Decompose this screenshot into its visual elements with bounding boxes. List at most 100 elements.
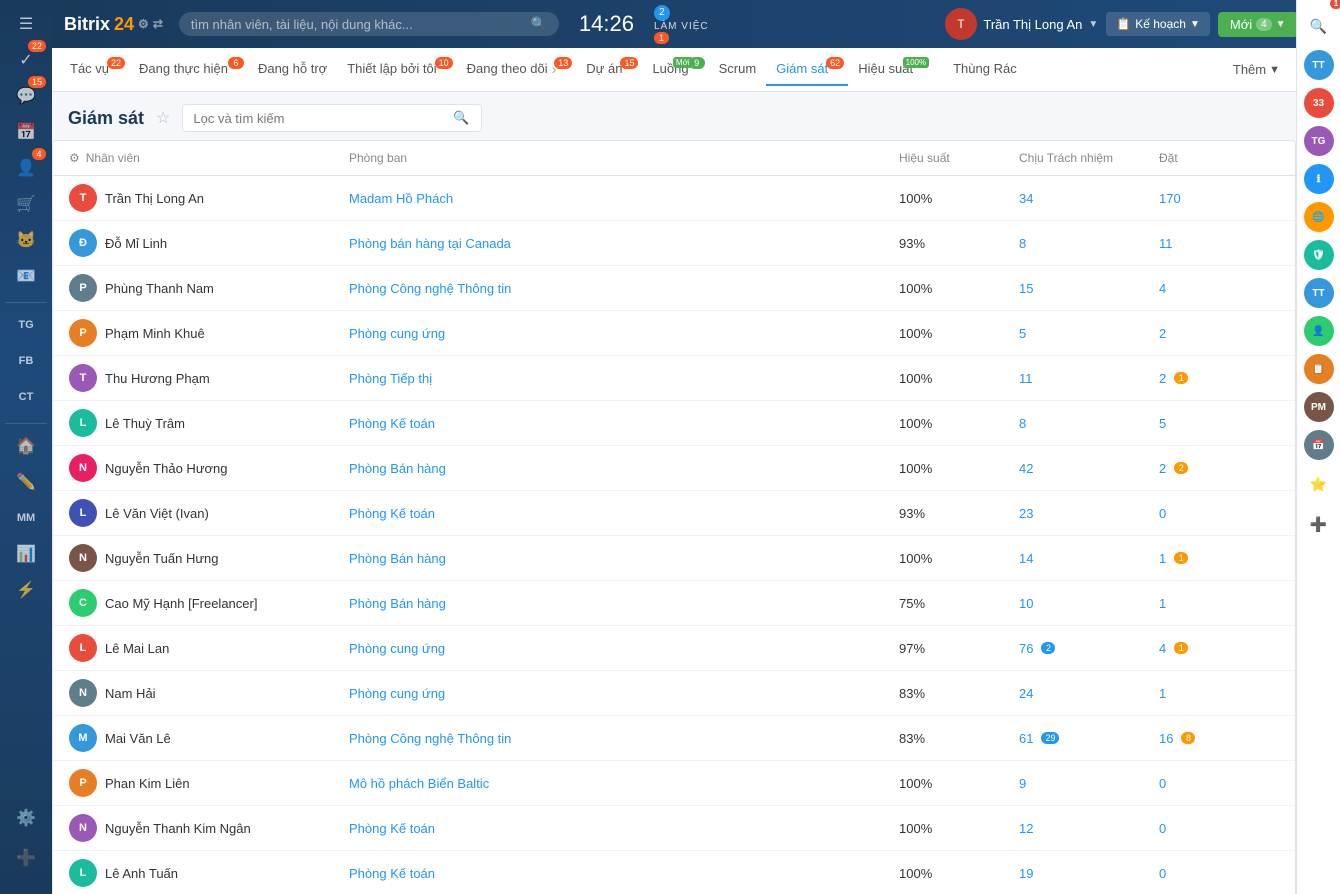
done-cell[interactable]: 0 — [1159, 866, 1279, 881]
responsible-cell[interactable]: 5 — [1019, 326, 1159, 341]
calendar-icon[interactable]: 📅 — [10, 116, 42, 148]
rs-avatar-2[interactable]: 33 — [1304, 88, 1334, 118]
department-link[interactable]: Phòng cung ứng — [349, 686, 445, 701]
done-cell[interactable]: 21 — [1159, 371, 1279, 386]
tasks-icon[interactable]: ✓ 22 — [10, 44, 42, 76]
done-cell[interactable]: 4 — [1159, 281, 1279, 296]
responsible-cell[interactable]: 19 — [1019, 866, 1159, 881]
responsible-cell[interactable]: 8 — [1019, 416, 1159, 431]
table-row[interactable]: P Phạm Minh Khuê Phòng cung ứng 100% 5 2 — [53, 311, 1295, 356]
rs-avatar-5[interactable]: 🌐 — [1304, 202, 1334, 232]
responsible-cell[interactable]: 15 — [1019, 281, 1159, 296]
department-link[interactable]: Phòng bán hàng tại Canada — [349, 236, 511, 251]
tab-tasks[interactable]: Tác vụ 22 — [60, 53, 129, 86]
responsible-cell[interactable]: 8 — [1019, 236, 1159, 251]
table-row[interactable]: L Lê Văn Việt (Ivan) Phòng Kế toán 93% 2… — [53, 491, 1295, 536]
responsible-cell[interactable]: 42 — [1019, 461, 1159, 476]
company-icon[interactable]: 🏠 — [10, 430, 42, 462]
facebook-label[interactable]: FB — [10, 345, 42, 377]
responsible-cell[interactable]: 6129 — [1019, 731, 1159, 746]
tab-scrum[interactable]: Scrum — [709, 53, 767, 86]
department-link[interactable]: Phòng cung ứng — [349, 326, 445, 341]
rs-avatar-9[interactable]: 📋 — [1304, 354, 1334, 384]
rs-avatar-4[interactable]: ℹ — [1304, 164, 1334, 194]
table-row[interactable]: L Lê Thuỳ Trâm Phòng Kế toán 100% 8 5 — [53, 401, 1295, 446]
table-row[interactable]: L Lê Anh Tuấn Phòng Kế toán 100% 19 0 — [53, 851, 1295, 894]
done-cell[interactable]: 11 — [1159, 551, 1279, 566]
done-cell[interactable]: 1 — [1159, 596, 1279, 611]
done-cell[interactable]: 0 — [1159, 776, 1279, 791]
tab-project[interactable]: Dự án 15 — [576, 53, 642, 86]
department-link[interactable]: Phòng Bán hàng — [349, 551, 446, 566]
table-row[interactable]: N Nam Hải Phòng cung ứng 83% 24 1 — [53, 671, 1295, 716]
department-link[interactable]: Phòng Kế toán — [349, 416, 435, 431]
responsible-cell[interactable]: 9 — [1019, 776, 1159, 791]
ct-label[interactable]: CT — [10, 381, 42, 413]
table-row[interactable]: T Trần Thị Long An Madam Hồ Phách 100% 3… — [53, 176, 1295, 221]
mail-icon[interactable]: 📧 — [10, 260, 42, 292]
responsible-cell[interactable]: 24 — [1019, 686, 1159, 701]
responsible-cell[interactable]: 23 — [1019, 506, 1159, 521]
done-cell[interactable]: 2 — [1159, 326, 1279, 341]
tab-monitoring[interactable]: Giám sát 62 — [766, 53, 848, 86]
rs-avatar-6[interactable]: 🛡 1 — [1304, 240, 1334, 270]
rs-avatar-1[interactable]: TT — [1304, 50, 1334, 80]
department-link[interactable]: Mô hồ phách Biển Baltic — [349, 776, 489, 791]
responsible-cell[interactable]: 762 — [1019, 641, 1159, 656]
table-row[interactable]: P Phùng Thanh Nam Phòng Công nghệ Thông … — [53, 266, 1295, 311]
table-row[interactable]: T Thu Hương Phạm Phòng Tiếp thị 100% 11 … — [53, 356, 1295, 401]
done-cell[interactable]: 1 — [1159, 686, 1279, 701]
rs-avatar-7[interactable]: TT — [1304, 278, 1334, 308]
mm-label[interactable]: MM — [10, 502, 42, 534]
department-link[interactable]: Phòng Bán hàng — [349, 596, 446, 611]
user-profile[interactable]: T Trần Thị Long An ▼ — [945, 8, 1098, 40]
department-link[interactable]: Phòng Tiếp thị — [349, 371, 432, 386]
settings-icon[interactable]: ⚙️ — [10, 802, 42, 834]
done-cell[interactable]: 0 — [1159, 821, 1279, 836]
rs-star-icon[interactable]: ⭐ — [1301, 466, 1337, 502]
hamburger-menu[interactable]: ☰ — [10, 8, 42, 40]
table-row[interactable]: N Nguyễn Thanh Kim Ngân Phòng Kế toán 10… — [53, 806, 1295, 851]
department-link[interactable]: Phòng Kế toán — [349, 866, 435, 881]
rs-avatar-11[interactable]: 📅 — [1304, 430, 1334, 460]
tab-support[interactable]: Đang hỗ trợ — [248, 53, 337, 86]
responsible-cell[interactable]: 10 — [1019, 596, 1159, 611]
edit-icon[interactable]: ✏️ — [10, 466, 42, 498]
tab-trash[interactable]: Thùng Rác — [943, 53, 1027, 86]
rs-avatar-8[interactable]: 👤 — [1304, 316, 1334, 346]
done-cell[interactable]: 41 — [1159, 641, 1279, 656]
contacts-icon[interactable]: 👤 4 — [10, 152, 42, 184]
table-row[interactable]: Đ Đỗ Mỉ Linh Phòng bán hàng tại Canada 9… — [53, 221, 1295, 266]
drive-icon[interactable]: 🐱 — [10, 224, 42, 256]
table-row[interactable]: P Phan Kim Liên Mô hồ phách Biển Baltic … — [53, 761, 1295, 806]
chat-icon[interactable]: 💬 15 — [10, 80, 42, 112]
department-link[interactable]: Phòng Kế toán — [349, 821, 435, 836]
responsible-cell[interactable]: 14 — [1019, 551, 1159, 566]
department-link[interactable]: Phòng Công nghệ Thông tin — [349, 281, 511, 296]
done-cell[interactable]: 5 — [1159, 416, 1279, 431]
settings-gear-icon[interactable]: ⚙ — [69, 151, 80, 165]
table-row[interactable]: M Mai Văn Lê Phòng Công nghệ Thông tin 8… — [53, 716, 1295, 761]
responsible-cell[interactable]: 11 — [1019, 371, 1159, 386]
new-button[interactable]: Mới 4 ▼ — [1218, 12, 1298, 37]
done-cell[interactable]: 11 — [1159, 236, 1279, 251]
done-cell[interactable]: 168 — [1159, 731, 1279, 746]
tab-setup-by-me[interactable]: Thiết lập bởi tôi 10 — [337, 53, 456, 86]
done-cell[interactable]: 0 — [1159, 506, 1279, 521]
rs-avatar-3[interactable]: TG — [1304, 126, 1334, 156]
responsible-cell[interactable]: 12 — [1019, 821, 1159, 836]
responsible-cell[interactable]: 34 — [1019, 191, 1159, 206]
crm-icon[interactable]: 🛒 — [10, 188, 42, 220]
department-link[interactable]: Phòng Bán hàng — [349, 461, 446, 476]
automation-icon[interactable]: ⚡ — [10, 574, 42, 606]
table-row[interactable]: L Lê Mai Lan Phòng cung ứng 97% 762 41 — [53, 626, 1295, 671]
table-row[interactable]: C Cao Mỹ Hạnh [Freelancer] Phòng Bán hàn… — [53, 581, 1295, 626]
department-link[interactable]: Madam Hồ Phách — [349, 191, 453, 206]
tab-more[interactable]: Thêm ▼ — [1225, 58, 1288, 81]
header-search-input[interactable] — [191, 17, 531, 32]
tab-in-progress[interactable]: Đang thực hiện 6 — [129, 53, 248, 86]
department-link[interactable]: Phòng Công nghệ Thông tin — [349, 731, 511, 746]
department-link[interactable]: Phòng cung ứng — [349, 641, 445, 656]
department-link[interactable]: Phòng Kế toán — [349, 506, 435, 521]
table-row[interactable]: N Nguyễn Thảo Hương Phòng Bán hàng 100% … — [53, 446, 1295, 491]
